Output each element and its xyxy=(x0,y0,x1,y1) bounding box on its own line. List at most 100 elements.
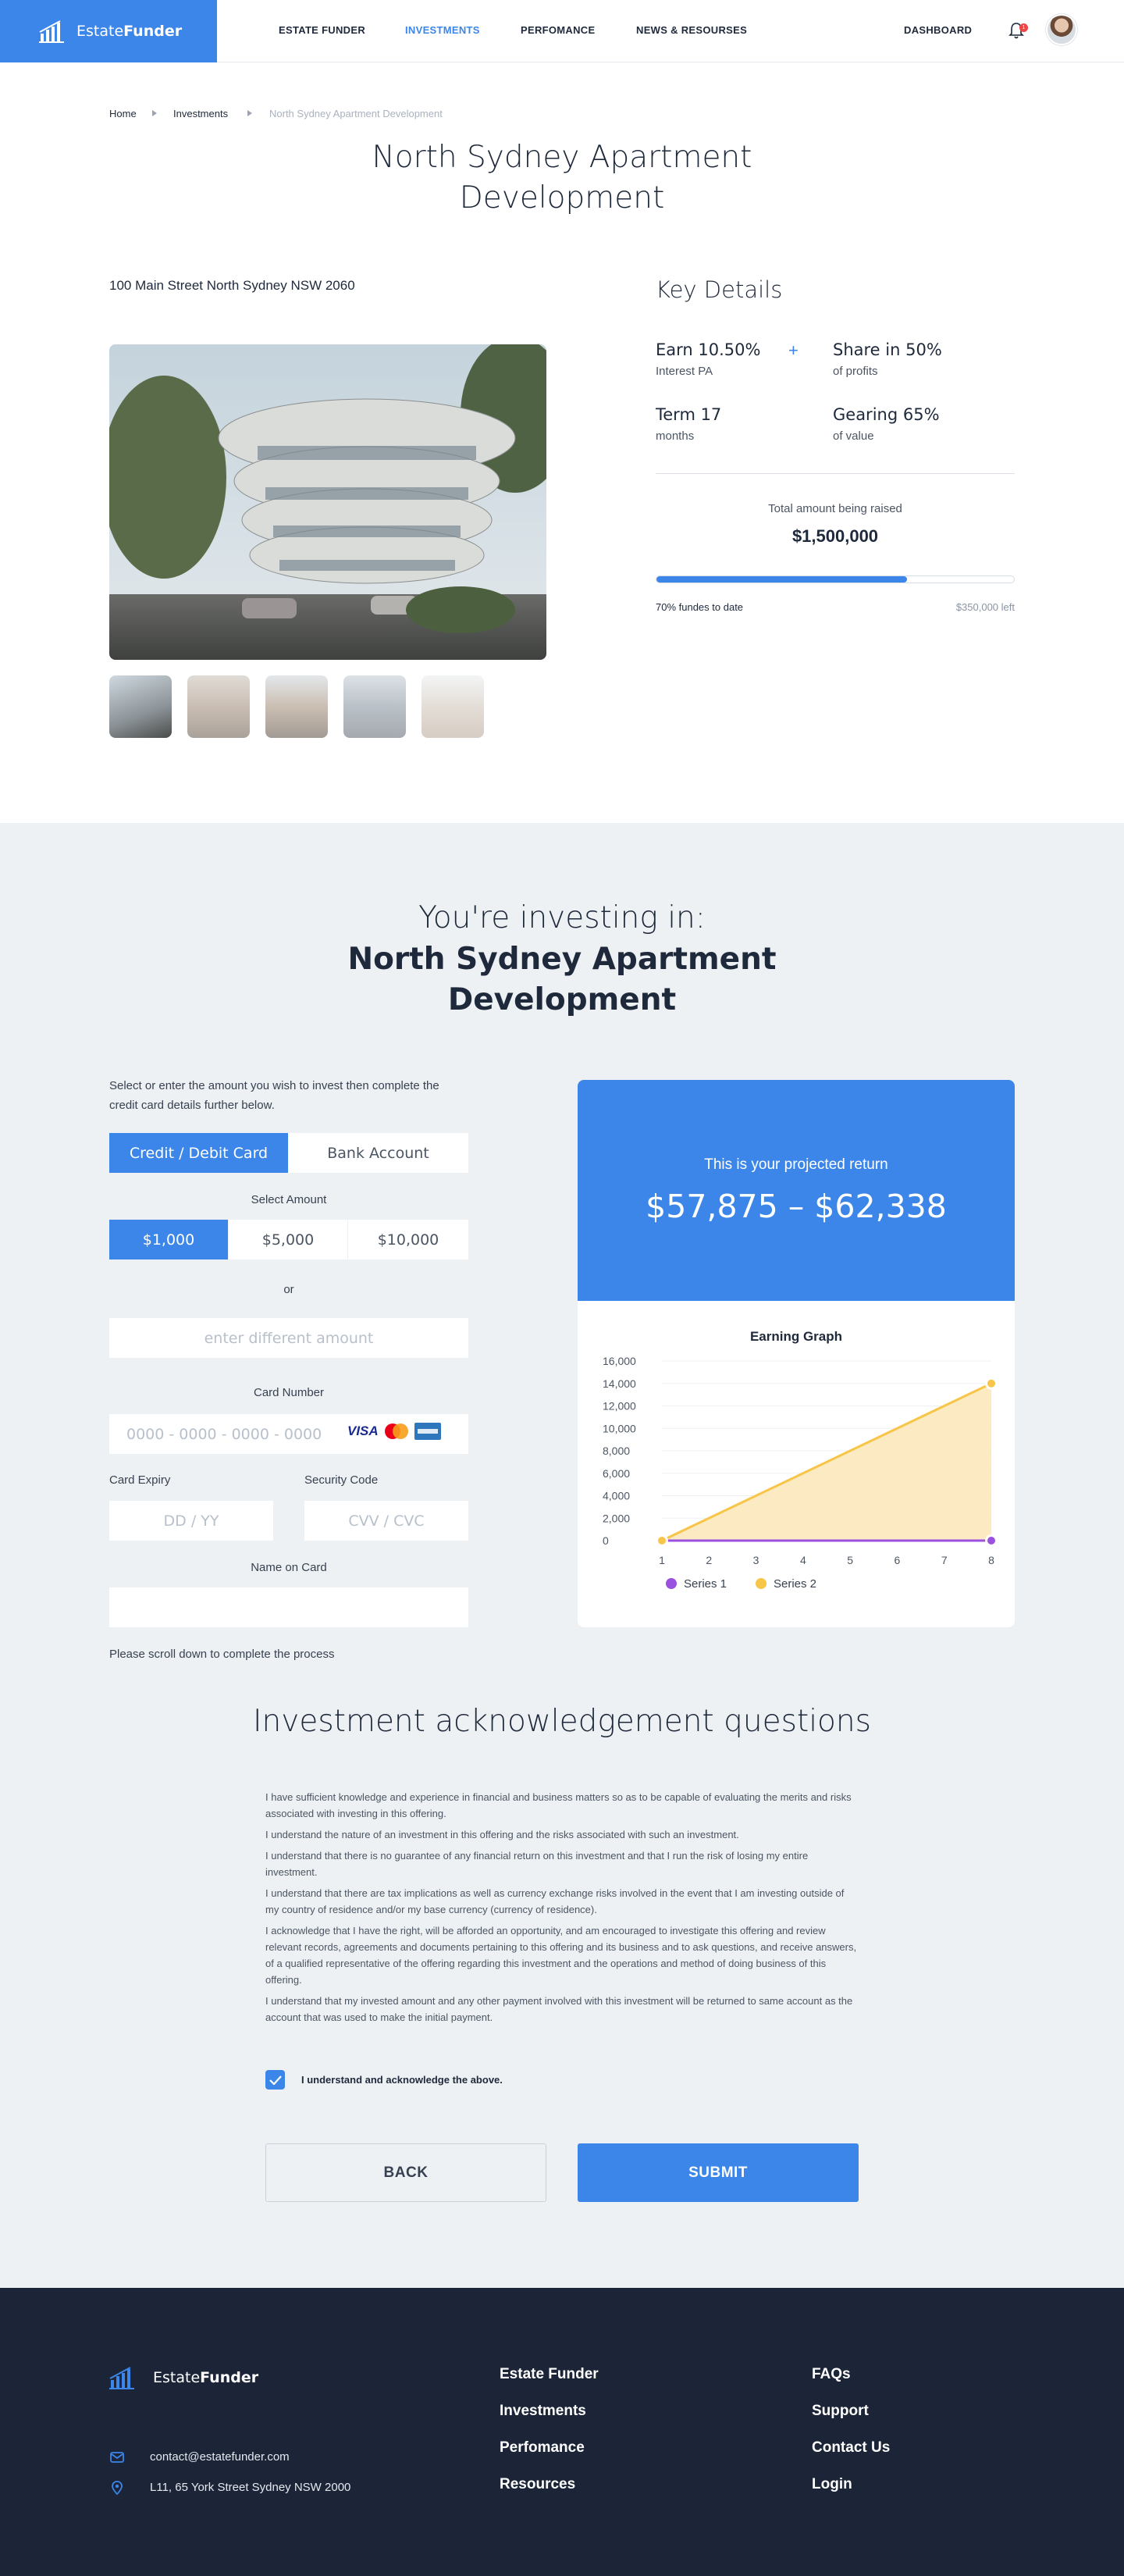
security-code-label: Security Code xyxy=(304,1473,379,1487)
nav-investments[interactable]: INVESTMENTS xyxy=(405,24,480,36)
earning-chart: 16,00014,00012,00010,0008,0006,0004,0002… xyxy=(603,1355,998,1591)
card-number-label: Card Number xyxy=(253,1386,325,1399)
share-value: Share in 50% xyxy=(833,340,942,359)
acknowledgement-list: I have sufficient knowledge and experien… xyxy=(265,1789,859,2030)
name-on-card-label: Name on Card xyxy=(251,1561,327,1574)
acknowledgement-heading: Investment acknowledgement questions xyxy=(253,1704,871,1739)
y-tick-label: 2,000 xyxy=(603,1512,630,1524)
earn-sub: Interest PA xyxy=(656,365,713,378)
breadcrumb-current: North Sydney Apartment Development xyxy=(269,108,443,119)
acknowledge-checkbox[interactable] xyxy=(265,2070,285,2090)
data-point xyxy=(987,1379,995,1388)
breadcrumb-separator-icon xyxy=(247,110,252,116)
building-chart-icon xyxy=(109,2367,134,2389)
earn-value: Earn 10.50% xyxy=(656,340,761,359)
tab-bank-account[interactable]: Bank Account xyxy=(288,1133,468,1173)
name-on-card-input[interactable] xyxy=(109,1587,468,1627)
card-logos: VISA xyxy=(347,1423,441,1440)
building-chart-icon xyxy=(39,20,64,43)
footer-link-faqs[interactable]: FAQs xyxy=(812,2366,851,2383)
logo-text: EstateFunder xyxy=(76,23,183,40)
mail-icon xyxy=(110,2452,124,2463)
footer-logo-text: EstateFunder xyxy=(153,2369,259,2386)
top-header: EstateFunder ESTATE FUNDER INVESTMENTS P… xyxy=(0,0,1124,62)
select-amount-label: Select Amount xyxy=(251,1193,327,1206)
term-sub: months xyxy=(656,429,695,443)
footer-link-contact-us[interactable]: Contact Us xyxy=(812,2439,890,2457)
gearing-value: Gearing 65% xyxy=(833,405,940,424)
y-tick-label: 12,000 xyxy=(603,1400,636,1413)
amount-1000-button[interactable]: $1,000 xyxy=(109,1220,229,1259)
thumbnail-4[interactable] xyxy=(343,675,406,738)
legend-marker xyxy=(756,1578,767,1589)
y-tick-label: 8,000 xyxy=(603,1445,630,1457)
breadcrumb-investments[interactable]: Investments xyxy=(173,108,228,119)
card-expiry-input[interactable]: DD / YY xyxy=(109,1501,273,1541)
investing-intro: Select or enter the amount you wish to i… xyxy=(109,1079,439,1112)
divider xyxy=(656,473,1015,474)
footer-address: L11, 65 York Street Sydney NSW 2000 xyxy=(150,2481,351,2494)
footer-link-investments[interactable]: Investments xyxy=(500,2403,586,2420)
projection-value: $57,875 – $62,338 xyxy=(646,1188,947,1225)
footer-link-support[interactable]: Support xyxy=(812,2403,869,2420)
x-tick-label: 7 xyxy=(941,1554,948,1566)
projection-label: This is your projected return xyxy=(704,1156,888,1173)
x-tick-label: 8 xyxy=(988,1554,994,1566)
nav-dashboard[interactable]: DASHBOARD xyxy=(904,24,972,36)
ack-item: I have sufficient knowledge and experien… xyxy=(265,1791,852,1819)
ack-item: I understand that my invested amount and… xyxy=(265,1995,853,2023)
breadcrumb-home[interactable]: Home xyxy=(109,108,137,119)
term-value: Term 17 xyxy=(656,405,722,424)
amex-icon xyxy=(414,1423,441,1440)
ack-item: I understand that there are tax implicat… xyxy=(265,1887,845,1915)
check-icon xyxy=(269,2075,282,2085)
footer-email[interactable]: contact@estatefunder.com xyxy=(150,2450,290,2464)
funded-text: 70% fundes to date xyxy=(656,601,744,613)
x-tick-label: 1 xyxy=(659,1554,665,1566)
property-main-image xyxy=(109,344,546,660)
security-code-input[interactable]: CVV / CVC xyxy=(304,1501,468,1541)
footer-link-resources[interactable]: Resources xyxy=(500,2476,575,2493)
gearing-sub: of value xyxy=(833,429,874,443)
x-tick-label: 5 xyxy=(847,1554,853,1566)
back-button[interactable]: BACK xyxy=(265,2143,546,2202)
ack-item: I understand that there is no guarantee … xyxy=(265,1850,809,1878)
amount-5000-button[interactable]: $5,000 xyxy=(229,1220,348,1259)
raised-value: $1,500,000 xyxy=(791,526,879,546)
breadcrumb-separator-icon xyxy=(152,110,157,116)
thumbnail-3[interactable] xyxy=(265,675,328,738)
y-tick-label: 6,000 xyxy=(603,1467,630,1480)
or-separator: or xyxy=(283,1283,294,1296)
acknowledge-label[interactable]: I understand and acknowledge the above. xyxy=(301,2074,503,2086)
key-details-heading: Key Details xyxy=(656,276,783,303)
y-tick-label: 0 xyxy=(603,1534,609,1547)
y-tick-label: 16,000 xyxy=(603,1355,636,1367)
avatar[interactable] xyxy=(1046,14,1077,45)
nav-news-resources[interactable]: NEWS & RESOURSES xyxy=(636,24,747,36)
thumbnail-1[interactable] xyxy=(109,675,172,738)
nav-performance[interactable]: PERFOMANCE xyxy=(521,24,595,36)
thumbnail-2[interactable] xyxy=(187,675,250,738)
submit-button[interactable]: SUBMIT xyxy=(578,2143,859,2202)
x-tick-label: 4 xyxy=(800,1554,806,1566)
y-tick-label: 4,000 xyxy=(603,1490,630,1502)
footer-logo[interactable]: EstateFunder xyxy=(109,2366,258,2389)
plus-icon: + xyxy=(788,340,799,360)
amount-left: $350,000 left xyxy=(955,601,1015,613)
graph-title: Earning Graph xyxy=(749,1329,843,1344)
tab-credit-debit-card[interactable]: Credit / Debit Card xyxy=(109,1133,288,1173)
investing-property-name: North Sydney Apartment Development xyxy=(347,942,777,1017)
card-expiry-label: Card Expiry xyxy=(109,1473,171,1487)
nav-estate-funder[interactable]: ESTATE FUNDER xyxy=(279,24,365,36)
footer-link-estate-funder[interactable]: Estate Funder xyxy=(500,2366,599,2383)
different-amount-input[interactable]: enter different amount xyxy=(109,1318,468,1358)
mastercard-icon xyxy=(384,1423,408,1439)
visa-icon: VISA xyxy=(347,1423,379,1438)
thumbnail-5[interactable] xyxy=(422,675,484,738)
logo[interactable]: EstateFunder xyxy=(0,0,217,62)
footer-link-performance[interactable]: Perfomance xyxy=(500,2439,585,2457)
amount-10000-button[interactable]: $10,000 xyxy=(348,1220,468,1259)
funding-progress-fill xyxy=(656,576,907,583)
footer-link-login[interactable]: Login xyxy=(812,2476,852,2493)
data-point xyxy=(658,1537,666,1545)
